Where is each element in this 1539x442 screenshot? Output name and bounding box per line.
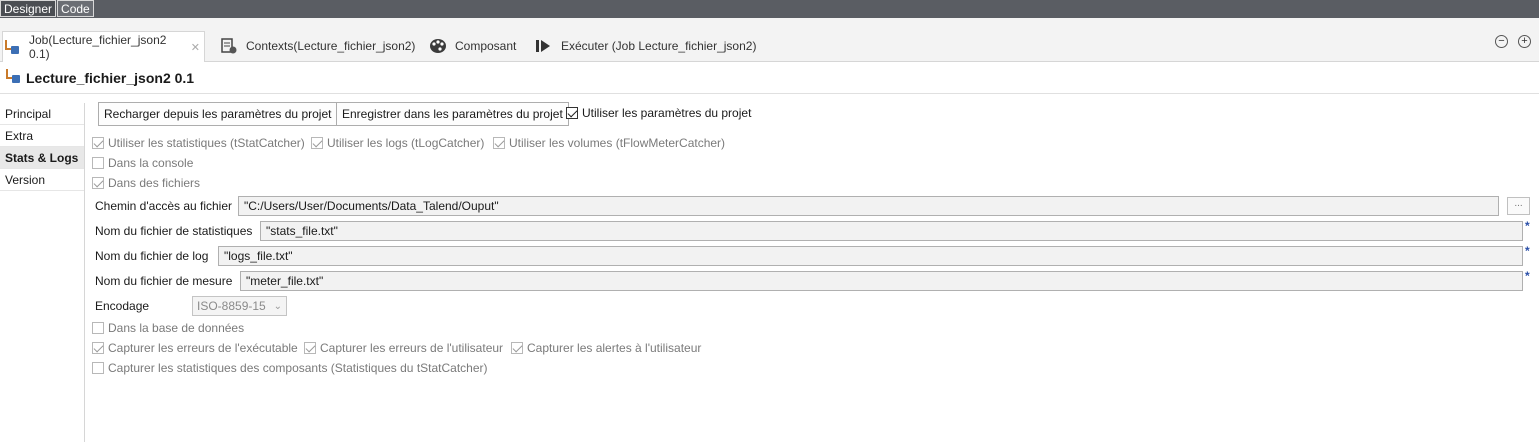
tab-contexts-label: Contexts(Lecture_fichier_json2) <box>246 39 416 53</box>
tab-executer[interactable]: Exécuter (Job Lecture_fichier_json2) <box>535 33 756 59</box>
minimize-icon[interactable]: − <box>1495 35 1508 48</box>
console-checkbox[interactable]: Dans la console <box>92 156 193 170</box>
checkbox-label: Dans la console <box>108 156 194 170</box>
required-mark: * <box>1525 219 1530 233</box>
perspective-bar: Designer Code <box>0 0 1539 18</box>
checkbox-box[interactable] <box>92 322 104 334</box>
log-file-label: Nom du fichier de log <box>95 249 209 263</box>
database-checkbox[interactable]: Dans la base de données <box>92 321 244 335</box>
meter-file-label: Nom du fichier de mesure <box>95 274 233 288</box>
browse-button[interactable]: ... <box>1507 197 1530 215</box>
log-file-field[interactable]: "logs_file.txt" <box>218 246 1523 266</box>
encoding-value: ISO-8859-15 <box>197 299 266 313</box>
checkbox-box[interactable] <box>92 342 104 354</box>
capture-exec-errors-checkbox[interactable]: Capturer les erreurs de l'exécutable <box>92 341 298 355</box>
meter-file-field[interactable]: "meter_file.txt" <box>240 271 1523 291</box>
checkbox-box[interactable] <box>92 137 104 149</box>
checkbox-label: Capturer les erreurs de l'utilisateur <box>320 341 504 355</box>
checkbox-label: Utiliser les logs (tLogCatcher) <box>327 136 485 150</box>
encoding-select[interactable]: ISO-8859-15 ⌄ <box>192 296 287 316</box>
encoding-label: Encodage <box>95 299 150 313</box>
job-icon <box>4 68 22 87</box>
contexts-icon <box>220 38 238 54</box>
run-icon <box>535 38 553 54</box>
checkbox-box[interactable] <box>511 342 523 354</box>
file-path-field[interactable]: "C:/Users/User/Documents/Data_Talend/Oup… <box>238 196 1499 216</box>
checkbox-label: Dans la base de données <box>108 321 245 335</box>
job-title-bar: Lecture_fichier_json2 0.1 <box>0 62 1539 94</box>
nav-item-principal[interactable]: Principal <box>0 103 84 125</box>
tab-job-label: Job(Lecture_fichier_json2 0.1) <box>29 33 167 61</box>
save-to-project-button[interactable]: Enregistrer dans les paramètres du proje… <box>336 102 569 126</box>
nav-item-stats-logs[interactable]: Stats & Logs <box>0 147 84 169</box>
code-button[interactable]: Code <box>57 0 94 17</box>
reload-from-project-button[interactable]: Recharger depuis les paramètres du proje… <box>98 102 338 126</box>
stats-file-label: Nom du fichier de statistiques <box>95 224 253 238</box>
tab-contexts[interactable]: Contexts(Lecture_fichier_json2) <box>220 33 415 59</box>
checkbox-box[interactable] <box>92 362 104 374</box>
stats-file-field[interactable]: "stats_file.txt" <box>260 221 1523 241</box>
capture-component-stats-checkbox[interactable]: Capturer les statistiques des composants… <box>92 361 488 375</box>
use-stats-checkbox[interactable]: Utiliser les statistiques (tStatCatcher) <box>92 136 305 150</box>
capture-user-errors-checkbox[interactable]: Capturer les erreurs de l'utilisateur <box>304 341 503 355</box>
nav-item-extra[interactable]: Extra <box>0 125 84 147</box>
checkbox-box[interactable] <box>92 177 104 189</box>
job-icon <box>3 39 21 55</box>
editor-tab-strip: Job(Lecture_fichier_json2 0.1) ✕ Context… <box>0 18 1539 62</box>
required-mark: * <box>1525 269 1530 283</box>
checkbox-box[interactable] <box>311 137 323 149</box>
checkbox-label: Capturer les erreurs de l'exécutable <box>108 341 298 355</box>
use-logs-checkbox[interactable]: Utiliser les logs (tLogCatcher) <box>311 136 484 150</box>
checkbox-label: Utiliser les paramètres du projet <box>582 106 752 120</box>
checkbox-label: Utiliser les volumes (tFlowMeterCatcher) <box>509 136 726 150</box>
nav-item-version[interactable]: Version <box>0 169 84 191</box>
maximize-icon[interactable]: + <box>1518 35 1531 48</box>
checkbox-box[interactable] <box>493 137 505 149</box>
tab-composant-label: Composant <box>455 39 517 53</box>
required-mark: * <box>1525 244 1530 258</box>
designer-button[interactable]: Designer <box>0 0 57 17</box>
palette-icon <box>429 38 447 54</box>
checkbox-label: Dans des fichiers <box>108 176 201 190</box>
chevron-down-icon: ⌄ <box>273 301 282 312</box>
checkbox-label: Capturer les alertes à l'utilisateur <box>527 341 702 355</box>
capture-user-alerts-checkbox[interactable]: Capturer les alertes à l'utilisateur <box>511 341 701 355</box>
checkbox-label: Utiliser les statistiques (tStatCatcher) <box>108 136 305 150</box>
checkbox-box[interactable] <box>566 107 578 119</box>
checkbox-box[interactable] <box>92 157 104 169</box>
close-icon[interactable]: ✕ <box>191 41 200 54</box>
use-volumes-checkbox[interactable]: Utiliser les volumes (tFlowMeterCatcher) <box>493 136 725 150</box>
files-checkbox[interactable]: Dans des fichiers <box>92 176 200 190</box>
tab-job[interactable]: Job(Lecture_fichier_json2 0.1) ✕ <box>2 31 205 62</box>
use-project-settings-checkbox[interactable]: Utiliser les paramètres du projet <box>566 106 751 120</box>
settings-nav: Principal Extra Stats & Logs Version <box>0 103 85 442</box>
page-title: Lecture_fichier_json2 0.1 <box>26 69 195 86</box>
tab-composant[interactable]: Composant <box>429 33 516 59</box>
tab-executer-label: Exécuter (Job Lecture_fichier_json2) <box>561 39 757 53</box>
checkbox-box[interactable] <box>304 342 316 354</box>
checkbox-label: Capturer les statistiques des composants… <box>108 361 488 375</box>
file-path-label: Chemin d'accès au fichier <box>95 199 233 213</box>
